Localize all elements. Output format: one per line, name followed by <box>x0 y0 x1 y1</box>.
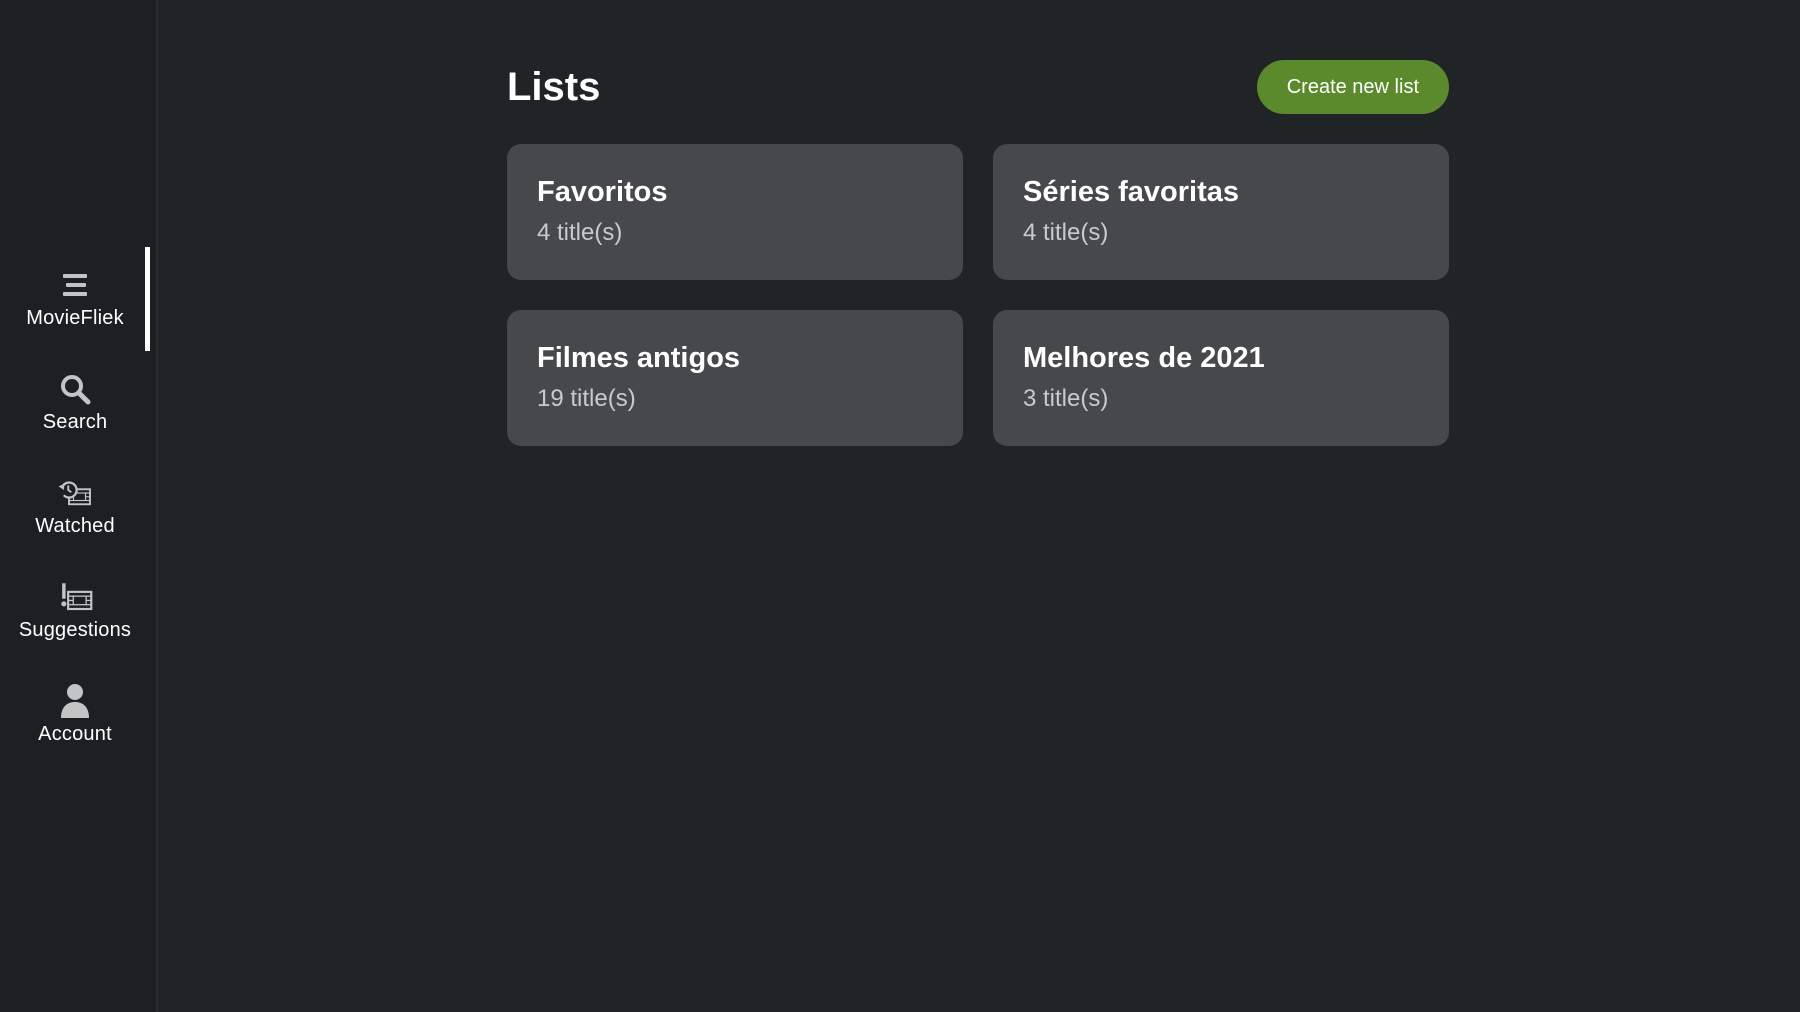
create-new-list-button[interactable]: Create new list <box>1256 60 1449 114</box>
list-card-count: 4 title(s) <box>537 219 623 246</box>
watched-history-icon <box>57 475 93 511</box>
list-card[interactable]: Séries favoritas 4 title(s) <box>993 144 1449 280</box>
list-card-count: 3 title(s) <box>1023 385 1109 412</box>
sidebar-item-label: MovieFliek <box>26 306 124 329</box>
list-card[interactable]: Filmes antigos 19 title(s) <box>507 310 963 446</box>
sidebar-item-label: Search <box>42 410 108 433</box>
list-card[interactable]: Favoritos 4 title(s) <box>507 144 963 280</box>
app-root: MovieFliek Search Watched Suggestions Ac… <box>0 0 1800 1012</box>
sidebar-item-watched[interactable]: Watched <box>0 454 150 558</box>
sidebar-item-label: Watched <box>35 514 115 537</box>
lists-grid: Favoritos 4 title(s) Séries favoritas 4 … <box>507 144 1449 446</box>
list-card-title: Melhores de 2021 <box>1023 342 1265 374</box>
list-card-title: Filmes antigos <box>537 342 741 374</box>
sidebar-item-label: Account <box>38 722 112 745</box>
sidebar-item-moviefliek[interactable]: MovieFliek <box>0 246 150 351</box>
list-card-count: 19 title(s) <box>537 385 636 412</box>
sidebar-item-account[interactable]: Account <box>0 662 150 766</box>
main-content: Lists Create new list Favoritos 4 title(… <box>507 60 1449 446</box>
suggestions-icon <box>57 579 93 615</box>
page-header: Lists Create new list <box>507 60 1449 114</box>
account-icon <box>57 683 93 719</box>
page-title: Lists <box>507 64 601 109</box>
list-card-count: 4 title(s) <box>1023 219 1109 246</box>
menu-icon <box>57 267 93 303</box>
list-card[interactable]: Melhores de 2021 3 title(s) <box>993 310 1449 446</box>
sidebar-nav: MovieFliek Search Watched Suggestions Ac… <box>0 246 156 766</box>
sidebar-item-suggestions[interactable]: Suggestions <box>0 558 150 662</box>
list-card-title: Séries favoritas <box>1023 176 1240 208</box>
sidebar: MovieFliek Search Watched Suggestions Ac… <box>0 0 158 1012</box>
search-icon <box>57 371 93 407</box>
list-card-title: Favoritos <box>537 176 668 208</box>
sidebar-item-search[interactable]: Search <box>0 350 150 454</box>
sidebar-item-label: Suggestions <box>18 618 132 641</box>
